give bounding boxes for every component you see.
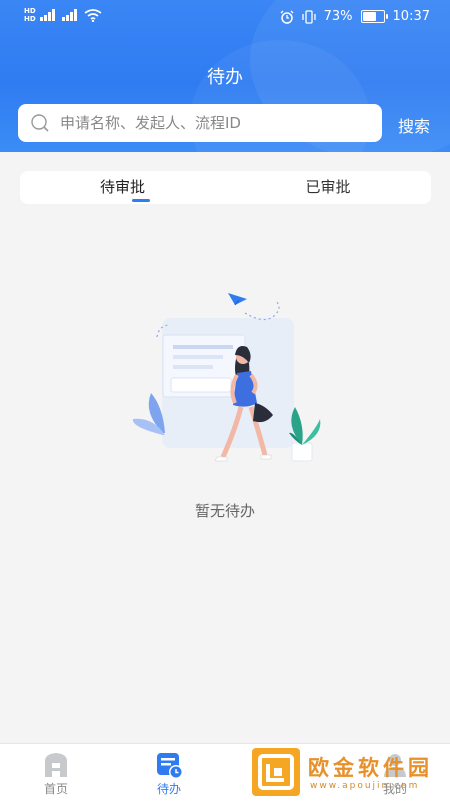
search-icon <box>31 114 49 132</box>
nav-home[interactable]: 首页 <box>26 750 86 797</box>
status-right: 73% 10:37 <box>280 9 430 24</box>
tab-bar: 待审批 已审批 <box>20 171 431 204</box>
alarm-icon <box>280 10 294 24</box>
page-title: 待办 <box>207 67 243 88</box>
wifi-icon <box>84 8 102 22</box>
battery-fill <box>362 12 376 21</box>
watermark-text: 欧金软件园 <box>308 756 433 780</box>
empty-illustration <box>132 293 321 462</box>
plant-pot <box>291 442 313 462</box>
paper-plane-icon <box>228 293 247 305</box>
watermark-url: www.apoujin.com <box>310 781 420 791</box>
clock: 10:37 <box>392 9 430 24</box>
search-bar[interactable] <box>18 104 382 142</box>
status-bar: HD HD 73% 10:37 <box>0 0 450 34</box>
battery-icon <box>360 10 388 23</box>
tab-pending-approval[interactable]: 待审批 <box>20 171 225 204</box>
todo-icon <box>157 753 183 779</box>
search-button[interactable]: 搜索 <box>398 113 430 137</box>
nav-todo[interactable]: 待办 <box>139 750 199 797</box>
empty-state-message: 暂无待办 <box>194 502 255 520</box>
active-tab-indicator <box>132 199 150 202</box>
signal-icon <box>39 9 55 21</box>
watermark: 欧金软件园 www.apoujin.com <box>252 748 450 798</box>
search-input[interactable] <box>58 113 362 133</box>
hd-icon: HD HD <box>24 7 36 23</box>
vibrate-icon <box>301 9 316 24</box>
watermark-logo-icon <box>258 754 294 790</box>
header: HD HD 73% 10:37 待办 申请名称、发起人、流程ID 搜索 <box>0 0 450 152</box>
nav-label: 首页 <box>43 782 68 796</box>
battery-percent: 73% <box>323 9 353 24</box>
watermark-logo <box>252 748 300 796</box>
home-icon <box>45 753 67 777</box>
signal-icon <box>61 9 77 21</box>
nav-label: 待办 <box>156 782 181 796</box>
tab-approved[interactable]: 已审批 <box>225 171 431 204</box>
status-left: HD HD <box>24 7 102 23</box>
